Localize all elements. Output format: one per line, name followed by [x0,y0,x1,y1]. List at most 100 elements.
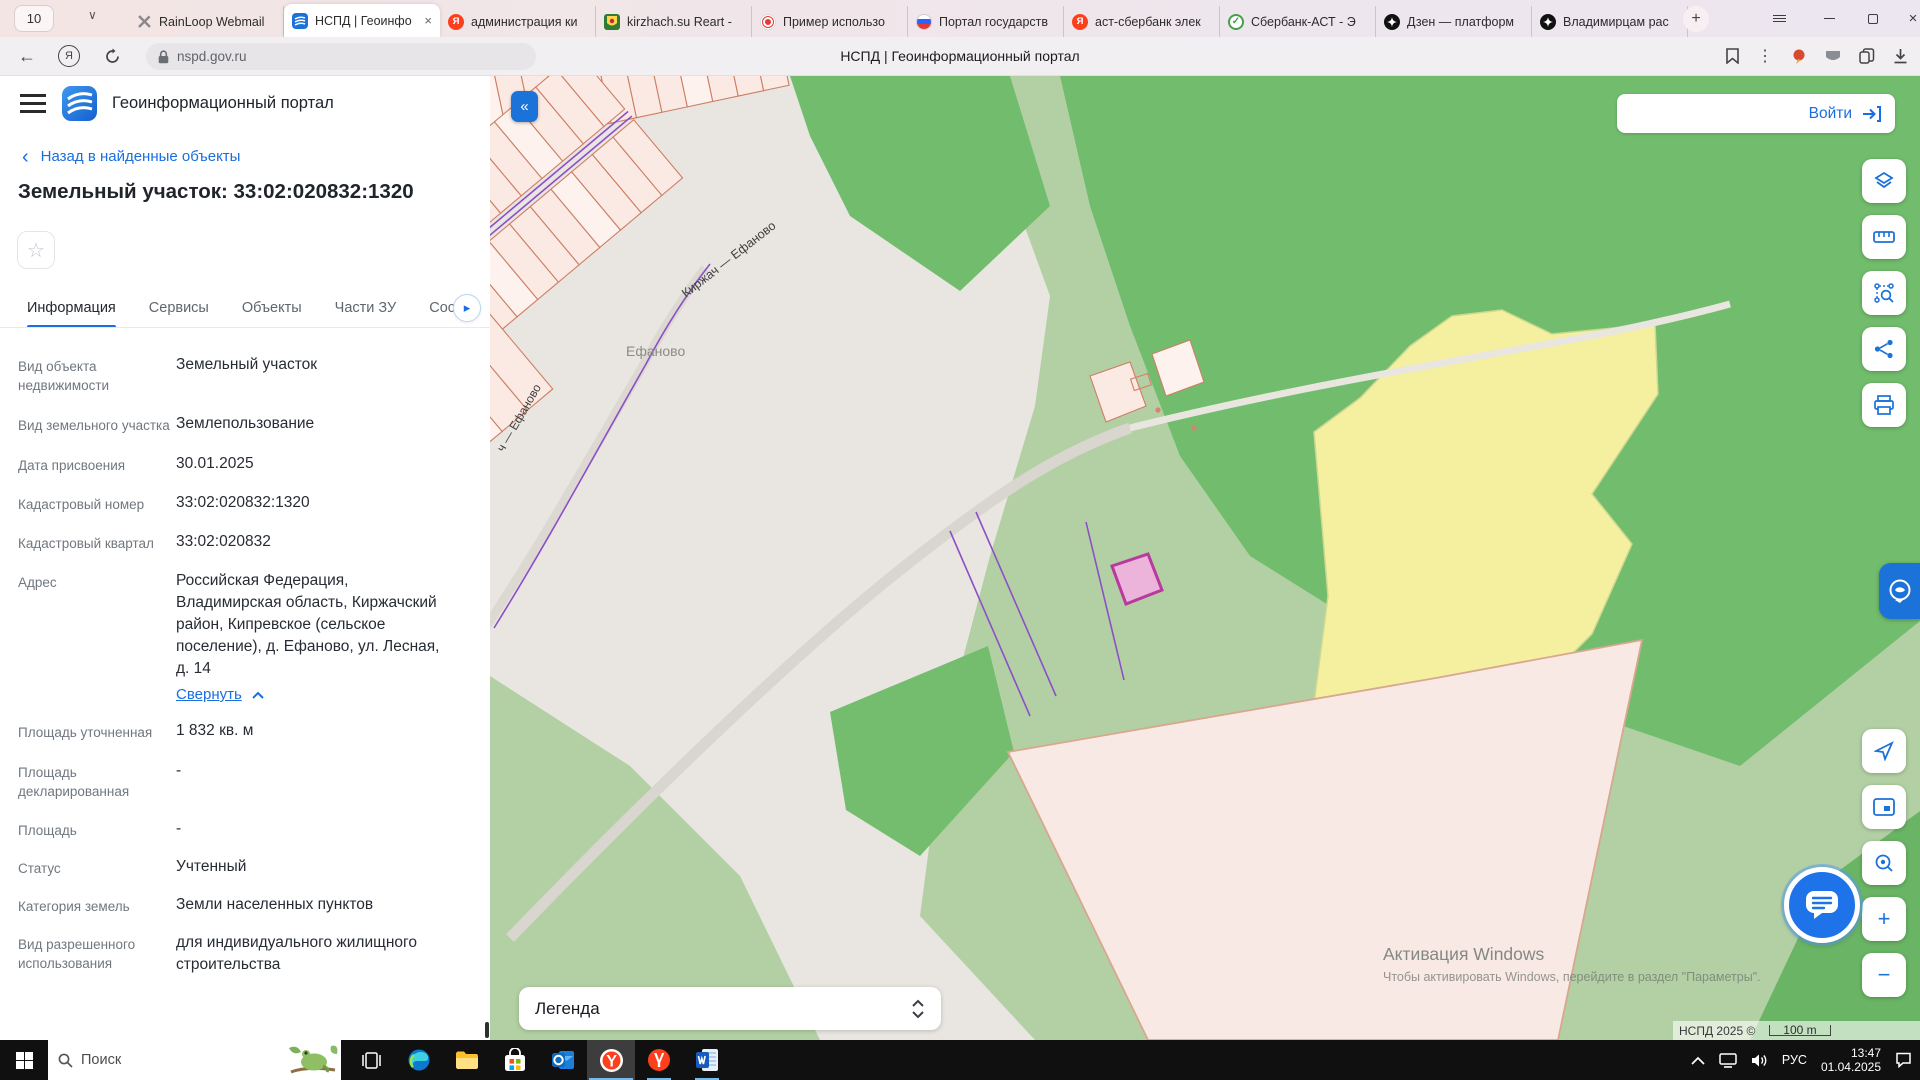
task-view-button[interactable] [347,1040,395,1080]
attr-label: Площадь [18,818,170,840]
ruler-icon [1873,229,1895,245]
attribute-row-address: Адрес Российская Федерация, Владимирская… [18,570,478,706]
menu-hamburger-icon[interactable] [20,94,46,118]
bookmark-icon[interactable] [1726,48,1739,64]
tab-close-icon[interactable]: × [424,13,432,28]
kebab-menu-icon[interactable]: ⋮ [1757,46,1773,66]
share-button[interactable] [1862,327,1906,371]
zoom-out-button[interactable]: − [1862,953,1906,997]
outlook-button[interactable] [539,1040,587,1080]
tray-expand-icon[interactable] [1691,1056,1705,1065]
login-button[interactable]: Войти [1617,94,1895,133]
zoom-in-button[interactable]: + [1862,897,1906,941]
chevron-up-icon [252,691,264,699]
collapse-address-link[interactable]: Свернуть [176,684,264,706]
measure-button[interactable] [1862,215,1906,259]
task-view-icon [362,1052,381,1069]
tab-administration[interactable]: Я администрация ки [440,6,596,37]
attr-label: Площадь уточненная [18,720,170,742]
back-chevron-icon: ‹ [22,150,29,164]
window-minimize-button[interactable] [1806,0,1852,37]
tab-parts[interactable]: Части ЗУ [335,288,397,328]
yandex-red-icon: Я [448,14,464,30]
word-icon [695,1048,719,1072]
download-icon[interactable] [1893,48,1908,64]
tab-sberbank-ast[interactable]: ✓ Сбербанк-АСТ - Э [1220,6,1376,37]
area-search-button[interactable] [1862,271,1906,315]
tab-title: Владимирцам рас [1563,15,1679,29]
portal-title: Геоинформационный портал [112,94,334,113]
panel-scrollbar-thumb[interactable] [485,1022,489,1038]
object-title: Земельный участок: 33:02:020832:1320 [18,180,414,204]
tab-dzen[interactable]: Дзен — платформ [1376,6,1532,37]
layers-button[interactable] [1862,159,1906,203]
nspd-logo [62,86,97,121]
window-close-button[interactable]: × [1890,0,1920,37]
back-link-label: Назад в найденные объекты [41,148,241,165]
attr-label: Категория земель [18,894,170,916]
tab-information[interactable]: Информация [27,288,116,328]
attributes-list: Вид объекта недвижимости Земельный участ… [18,354,478,996]
edge-app-button[interactable] [395,1040,443,1080]
tab-title: аст-сбербанк элек [1095,15,1211,29]
object-search-button[interactable] [1862,841,1906,885]
yandex-browser-button[interactable] [587,1040,635,1080]
network-icon[interactable] [1719,1053,1737,1068]
tab-counter[interactable]: 10 [14,5,54,32]
tab-list-dropdown-icon[interactable]: ∨ [88,8,97,22]
yandex-browser-icon [599,1048,624,1073]
tab-kirzhach[interactable]: kirzhach.su Reart - [596,6,752,37]
attribute-row: Вид разрешенного использования для индив… [18,932,478,976]
tab-title: Дзен — платформ [1407,15,1523,29]
attr-value: 33:02:020832:1320 [176,492,444,514]
locate-button[interactable] [1862,729,1906,773]
clock[interactable]: 13:47 01.04.2025 [1821,1046,1881,1074]
feedback-side-tab[interactable] [1879,563,1920,619]
volume-icon[interactable] [1751,1053,1768,1068]
search-input[interactable] [81,1052,251,1068]
extension-shield-icon[interactable] [1825,50,1841,62]
more-tabs-button[interactable]: ▸ [453,294,481,322]
ms-store-button[interactable] [491,1040,539,1080]
yandex-app-button[interactable] [635,1040,683,1080]
minimap-button[interactable] [1862,785,1906,829]
tabs-copy-icon[interactable] [1859,48,1875,64]
language-indicator[interactable]: РУС [1782,1053,1807,1067]
forest-top [790,76,1050,291]
map-canvas[interactable]: Киржач — Ефаново ч — Ефаново Ефаново « В… [490,76,1920,1040]
attr-label: Вид земельного участка [18,413,170,435]
tab-nspd-active[interactable]: НСПД | Геоинфо × [284,4,440,37]
object-search-icon [1873,852,1895,874]
tab-objects[interactable]: Объекты [242,288,302,328]
notification-icon[interactable] [1895,1052,1912,1068]
print-button[interactable] [1862,383,1906,427]
red-dot-icon [760,14,776,30]
back-to-results-link[interactable]: ‹ Назад в найденные объекты [22,148,240,165]
attr-value: Землепользование [176,413,444,435]
new-tab-button[interactable]: + [1683,6,1709,32]
taskbar-search[interactable] [48,1040,341,1080]
browser-tab-bar: 10 ∨ RainLoop Webmail НСПД | Геоинфо × Я… [0,0,1920,37]
layers-icon [1873,170,1895,192]
favorite-star-button[interactable]: ☆ [17,231,55,269]
file-explorer-button[interactable] [443,1040,491,1080]
legend-label: Легенда [535,999,600,1019]
nspd-icon [292,13,308,29]
tab-rainloop[interactable]: RainLoop Webmail [128,6,284,37]
tab-gosportal[interactable]: Портал государств [908,6,1064,37]
rainloop-icon [136,14,152,30]
word-button[interactable] [683,1040,731,1080]
page-title: НСПД | Геоинформационный портал [0,48,1920,64]
tab-vladimirtsam[interactable]: Владимирцам рас [1532,6,1688,37]
chat-widget-button[interactable] [1784,867,1860,943]
tab-primer[interactable]: Пример использо [752,6,908,37]
extension-pin-icon[interactable] [1791,48,1807,64]
browser-menu-icon[interactable] [1756,0,1802,37]
tab-ast-sberbank[interactable]: Я аст-сбербанк элек [1064,6,1220,37]
start-button[interactable] [0,1040,48,1080]
collapse-panel-button[interactable]: « [511,91,538,122]
tab-services[interactable]: Сервисы [149,288,209,328]
dzen-icon [1540,14,1556,30]
legend-bar[interactable]: Легенда [519,987,941,1030]
folder-icon [455,1050,479,1070]
